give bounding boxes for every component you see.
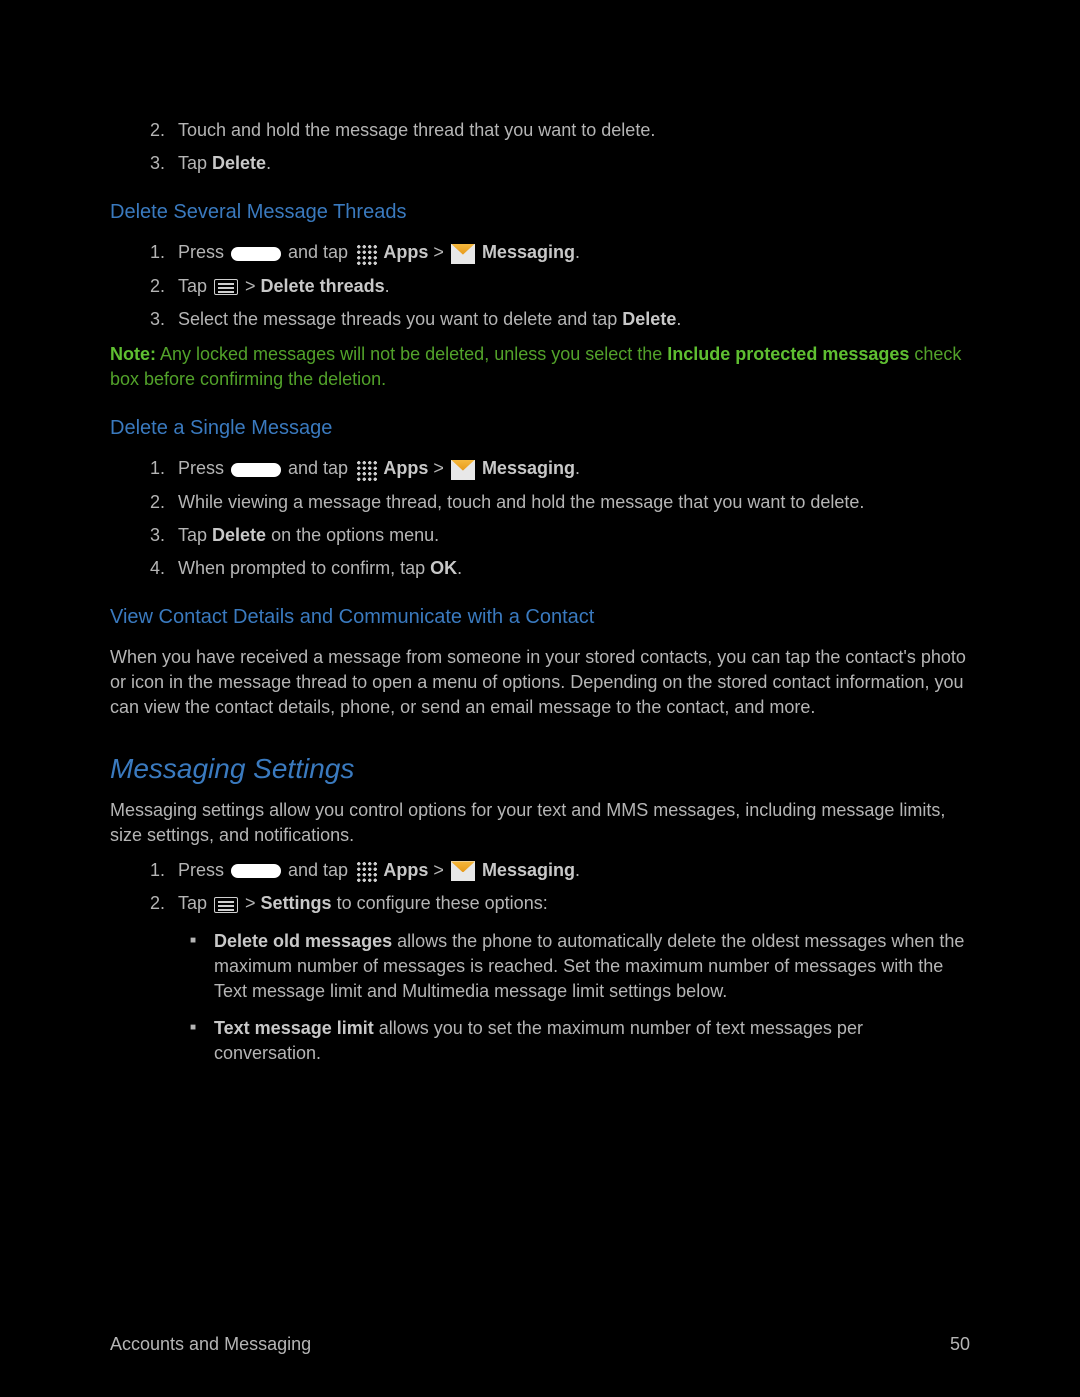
bullet-text: Text message limit allows you to set the…	[214, 1016, 970, 1066]
list-number: 3.	[150, 151, 178, 176]
bullet-marker: ■	[190, 1016, 214, 1066]
list-number: 1.	[150, 456, 178, 481]
list-item: 1. Press and tap Apps > Messaging.	[150, 456, 970, 481]
list-text: When prompted to confirm, tap OK.	[178, 556, 970, 581]
home-button-icon	[231, 864, 281, 878]
page-content: 2. Touch and hold the message thread tha…	[0, 0, 1080, 1067]
bullet-text: Delete old messages allows the phone to …	[214, 929, 970, 1005]
list-number: 2.	[150, 118, 178, 143]
list-text: Select the message threads you want to d…	[178, 307, 970, 332]
list-item: 4. When prompted to confirm, tap OK.	[150, 556, 970, 581]
list-item: 2. Touch and hold the message thread tha…	[150, 118, 970, 143]
list-text: Tap Delete.	[178, 151, 970, 176]
page-footer: Accounts and Messaging 50	[110, 1332, 970, 1357]
paragraph: Messaging settings allow you control opt…	[110, 798, 970, 848]
note-paragraph: Note: Any locked messages will not be de…	[110, 342, 970, 392]
bullet-item: ■ Delete old messages allows the phone t…	[190, 929, 970, 1005]
footer-page-number: 50	[950, 1332, 970, 1357]
heading-view-contact-details: View Contact Details and Communicate wit…	[110, 603, 970, 631]
apps-grid-icon	[355, 459, 377, 481]
envelope-icon	[451, 244, 475, 264]
list-text: Touch and hold the message thread that y…	[178, 118, 970, 143]
list-item: 2. Tap > Settings to configure these opt…	[150, 891, 970, 916]
list-number: 3.	[150, 523, 178, 548]
list-number: 3.	[150, 307, 178, 332]
heading-messaging-settings: Messaging Settings	[110, 749, 970, 788]
list-text: Tap > Delete threads.	[178, 274, 970, 299]
list-item: 1. Press and tap Apps > Messaging.	[150, 240, 970, 265]
list-number: 2.	[150, 490, 178, 515]
list-item: 2. While viewing a message thread, touch…	[150, 490, 970, 515]
paragraph: When you have received a message from so…	[110, 645, 970, 721]
list-text: Tap > Settings to configure these option…	[178, 891, 970, 916]
list-number: 4.	[150, 556, 178, 581]
apps-grid-icon	[355, 243, 377, 265]
envelope-icon	[451, 460, 475, 480]
list-text: Tap Delete on the options menu.	[178, 523, 970, 548]
list-number: 2.	[150, 274, 178, 299]
list-text: While viewing a message thread, touch an…	[178, 490, 970, 515]
heading-delete-single-message: Delete a Single Message	[110, 414, 970, 442]
list-text: Press and tap Apps > Messaging.	[178, 858, 970, 883]
list-text: Press and tap Apps > Messaging.	[178, 240, 970, 265]
list-text: Press and tap Apps > Messaging.	[178, 456, 970, 481]
home-button-icon	[231, 463, 281, 477]
list-item: 2. Tap > Delete threads.	[150, 274, 970, 299]
envelope-icon	[451, 861, 475, 881]
list-item: 3. Select the message threads you want t…	[150, 307, 970, 332]
list-item: 3. Tap Delete.	[150, 151, 970, 176]
list-number: 2.	[150, 891, 178, 916]
menu-icon	[214, 897, 238, 913]
apps-grid-icon	[355, 860, 377, 882]
bullet-marker: ■	[190, 929, 214, 1005]
home-button-icon	[231, 247, 281, 261]
bullet-item: ■ Text message limit allows you to set t…	[190, 1016, 970, 1066]
footer-section-title: Accounts and Messaging	[110, 1332, 311, 1357]
list-item: 3. Tap Delete on the options menu.	[150, 523, 970, 548]
list-number: 1.	[150, 240, 178, 265]
menu-icon	[214, 279, 238, 295]
list-item: 1. Press and tap Apps > Messaging.	[150, 858, 970, 883]
list-number: 1.	[150, 858, 178, 883]
heading-delete-several-threads: Delete Several Message Threads	[110, 198, 970, 226]
